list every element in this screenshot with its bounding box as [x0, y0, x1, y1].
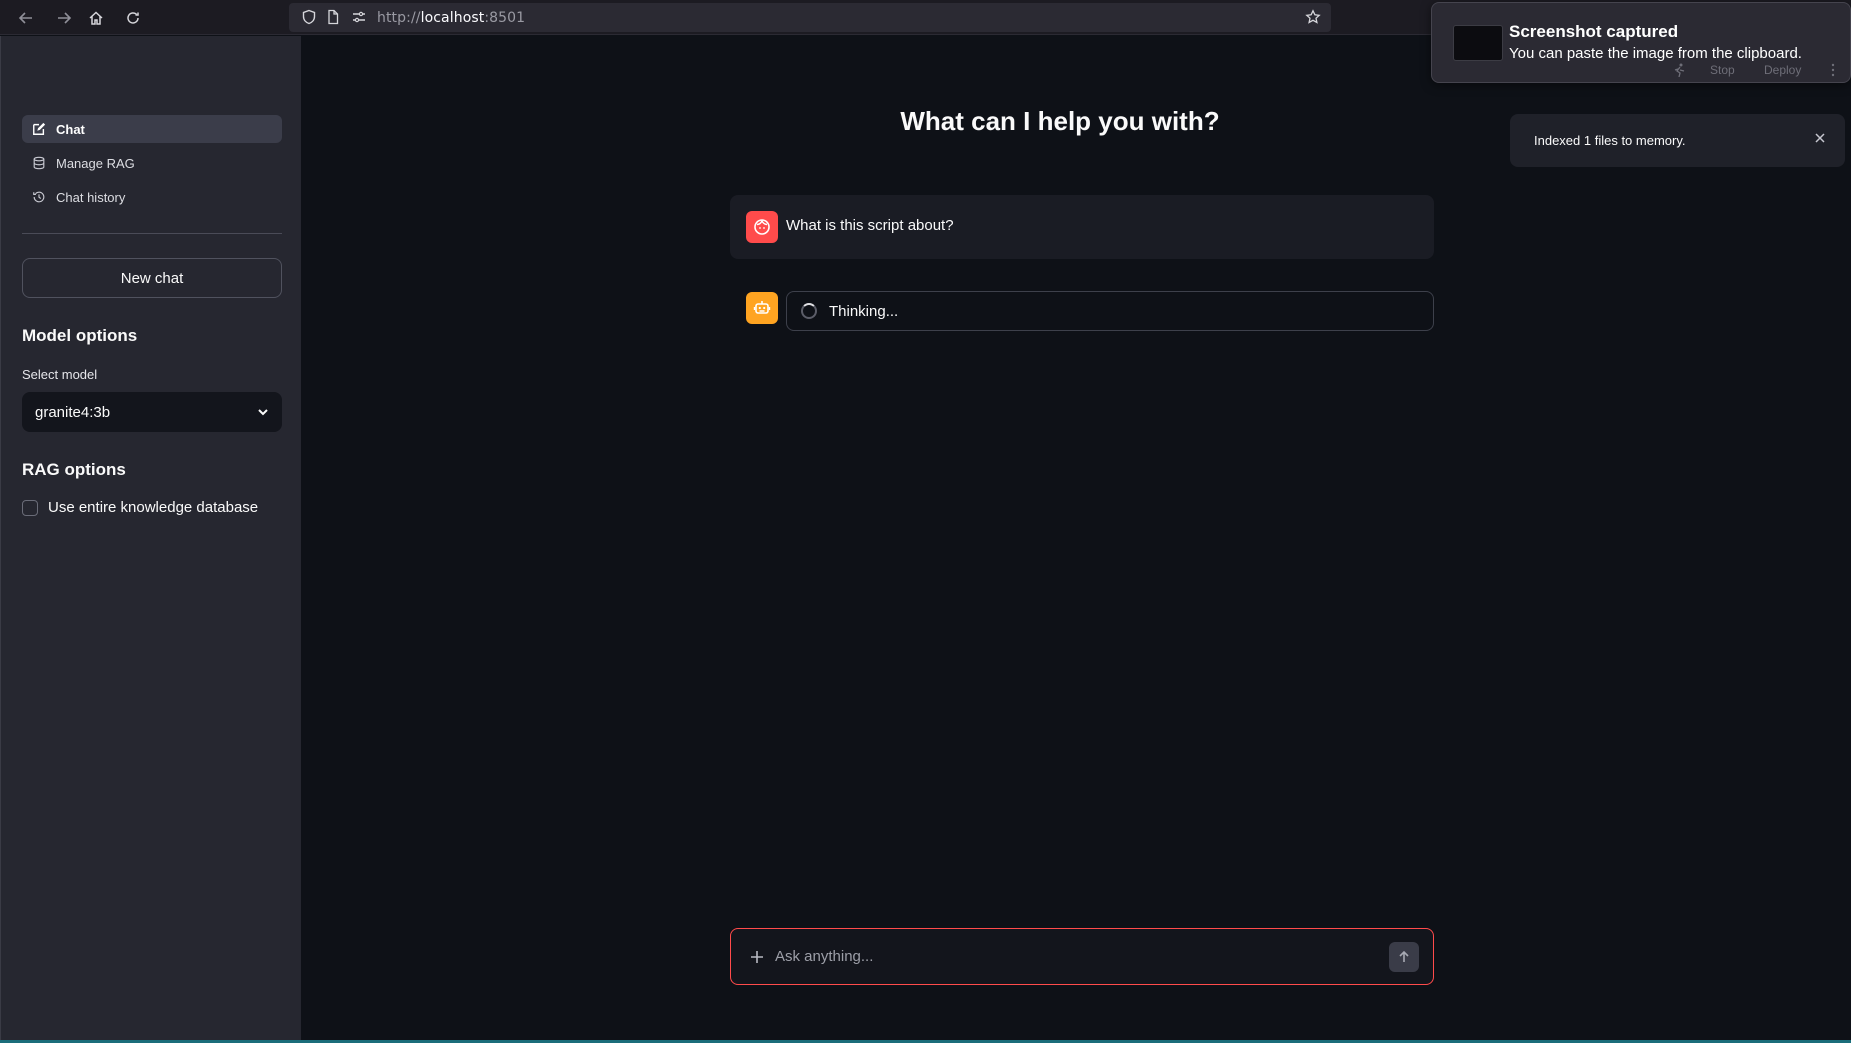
- rag-options-heading: RAG options: [22, 460, 126, 479]
- page-title: What can I help you with?: [900, 106, 1220, 136]
- user-message: What is this script about?: [730, 195, 1434, 259]
- select-model-label: Select model: [22, 367, 98, 382]
- user-avatar: [746, 211, 778, 243]
- kebab-menu-icon[interactable]: [1830, 63, 1836, 77]
- sidebar-item-chat-history[interactable]: Chat history: [22, 183, 282, 211]
- model-select[interactable]: granite4:3b: [22, 392, 282, 432]
- url-port: :8501: [484, 10, 526, 26]
- permissions-icon[interactable]: [351, 9, 367, 25]
- address-bar[interactable]: http://localhost:8501: [289, 3, 1331, 32]
- sidebar-item-label: Chat history: [56, 189, 126, 205]
- spinner-icon: [801, 303, 817, 319]
- sidebar-item-manage-rag[interactable]: Manage RAG: [22, 149, 282, 177]
- assistant-avatar: [746, 292, 778, 324]
- notification-title: Screenshot captured: [1509, 22, 1679, 41]
- url-text: http://localhost:8501: [377, 10, 525, 26]
- assistant-status: Thinking...: [786, 291, 1434, 331]
- chat-input[interactable]: [775, 948, 1389, 965]
- use-entire-kb-row[interactable]: Use entire knowledge database: [22, 499, 258, 516]
- home-icon[interactable]: [84, 6, 108, 30]
- screenshot-thumbnail: [1453, 25, 1503, 61]
- edit-icon: [33, 122, 46, 135]
- toast-notification: Indexed 1 files to memory.: [1510, 114, 1845, 167]
- model-select-value: granite4:3b: [35, 403, 111, 421]
- sidebar-item-label: Chat: [56, 121, 85, 137]
- user-face-icon: [754, 219, 770, 235]
- url-host: localhost: [420, 10, 485, 26]
- url-scheme: http://: [377, 10, 421, 26]
- toast-text: Indexed 1 files to memory.: [1534, 133, 1686, 148]
- plus-icon[interactable]: [749, 949, 765, 965]
- close-icon[interactable]: [1813, 131, 1827, 145]
- chat-input-box[interactable]: [730, 928, 1434, 985]
- shield-icon[interactable]: [301, 9, 317, 25]
- new-chat-button[interactable]: New chat: [22, 258, 282, 298]
- robot-icon: [753, 301, 771, 314]
- deploy-button[interactable]: Deploy: [1764, 63, 1801, 77]
- sidebar-item-label: Manage RAG: [56, 155, 135, 171]
- notification-subtitle: You can paste the image from the clipboa…: [1509, 45, 1802, 62]
- use-entire-kb-checkbox[interactable]: [22, 499, 38, 516]
- assistant-status-text: Thinking...: [829, 302, 899, 320]
- sidebar: Chat Manage RAG Chat history New chat Mo…: [0, 36, 301, 1041]
- chevron-down-icon: [258, 409, 268, 416]
- sidebar-divider: [22, 233, 282, 234]
- send-button[interactable]: [1389, 941, 1419, 972]
- use-entire-kb-label: Use entire knowledge database: [48, 499, 259, 516]
- user-message-text: What is this script about?: [786, 217, 954, 234]
- running-man-icon: [1674, 63, 1685, 77]
- main-area: [301, 36, 1851, 1041]
- sidebar-item-chat[interactable]: Chat: [22, 115, 282, 143]
- history-icon: [33, 191, 45, 203]
- back-icon[interactable]: [14, 6, 38, 30]
- arrow-up-icon: [1399, 950, 1409, 962]
- database-icon: [33, 156, 45, 170]
- model-options-heading: Model options: [22, 326, 138, 345]
- screenshot-captured-notification: Screenshot captured You can paste the im…: [1431, 2, 1851, 83]
- reload-icon[interactable]: [121, 6, 145, 30]
- stop-button[interactable]: Stop: [1710, 63, 1735, 77]
- page-icon[interactable]: [325, 9, 341, 25]
- bookmark-star-icon[interactable]: [1305, 9, 1321, 25]
- forward-icon[interactable]: [52, 6, 76, 30]
